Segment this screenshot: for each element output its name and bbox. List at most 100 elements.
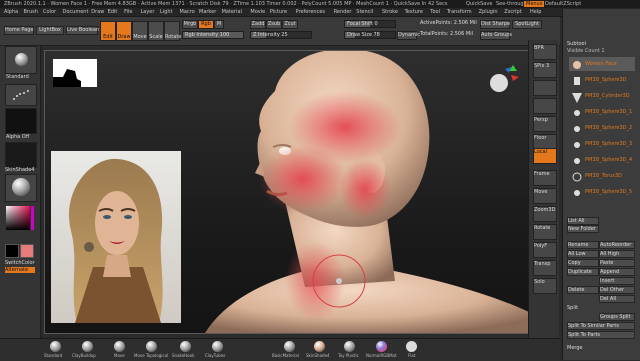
move-brush-icon[interactable] — [114, 341, 125, 352]
menu-brush[interactable]: Brush — [24, 9, 38, 15]
document-canvas[interactable] — [44, 50, 532, 334]
claybuildup-brush-icon[interactable] — [82, 341, 93, 352]
standard-brush-icon[interactable] — [50, 341, 61, 352]
duplicate-button[interactable]: Duplicate — [567, 268, 599, 276]
rotate-view-button[interactable]: Rotate — [533, 224, 557, 240]
menu-preferences[interactable]: Preferences — [296, 9, 325, 15]
auto-groups-button[interactable]: Auto Groups — [480, 31, 512, 40]
dynamic-button[interactable]: Dynamic — [397, 31, 420, 40]
menu-tool[interactable]: Tool — [430, 9, 440, 15]
groups-split-button[interactable]: Groups Split — [599, 313, 635, 321]
quicksave-button[interactable]: QuickSave — [466, 1, 492, 7]
navigation-gizmo-icon[interactable] — [481, 61, 521, 101]
move-view-button[interactable]: Move — [533, 188, 557, 204]
insert-button[interactable]: Insert — [599, 277, 635, 285]
menu-zscript[interactable]: Zscript — [504, 9, 521, 15]
menu-transform[interactable]: Transform — [447, 9, 472, 15]
basic-material-icon[interactable] — [284, 341, 295, 352]
menu-material[interactable]: Material — [222, 9, 242, 15]
alternate-button[interactable]: Alternate — [5, 267, 35, 273]
default-script-button[interactable]: DefaultZScript — [545, 1, 581, 7]
menu-document[interactable]: Document — [63, 9, 89, 15]
texture-selector[interactable] — [5, 142, 37, 168]
del-all-button[interactable]: Del All — [599, 295, 635, 303]
spotlight-button[interactable]: SpotLight — [512, 20, 542, 29]
local-button[interactable]: Local — [533, 148, 557, 164]
zadd-button[interactable]: Zadd — [250, 20, 266, 29]
menu-color[interactable]: Color — [43, 9, 56, 15]
menu-texture[interactable]: Texture — [405, 9, 423, 15]
menu-stencil[interactable]: Stencil — [356, 9, 373, 15]
spix-slider[interactable]: SPix 3 — [533, 62, 557, 78]
menu-help[interactable]: Help — [530, 9, 541, 15]
split-section-label[interactable]: Split — [567, 305, 578, 311]
menu-render[interactable]: Render — [334, 9, 352, 15]
scroll-button[interactable] — [533, 80, 557, 96]
lightbox-button[interactable]: LightBox — [36, 26, 64, 35]
copy-button[interactable]: Copy — [567, 259, 599, 267]
menu-file[interactable]: File — [124, 9, 132, 15]
secondary-color-swatch[interactable] — [5, 244, 19, 258]
menu-alpha[interactable]: Alpha — [4, 9, 18, 15]
move-topological-brush-icon[interactable] — [146, 341, 157, 352]
mrgb-button[interactable]: Mrgb — [182, 20, 198, 29]
menu-picture[interactable]: Picture — [270, 9, 287, 15]
all-low-button[interactable]: All Low — [567, 250, 599, 258]
menus-button[interactable]: Menus — [524, 1, 545, 7]
merge-section-label[interactable]: Merge — [567, 345, 583, 351]
persp-button[interactable]: Persp — [533, 116, 557, 132]
main-color-swatch[interactable] — [20, 244, 34, 258]
zsub-button[interactable]: Zsub — [266, 20, 282, 29]
focal-shift-slider[interactable]: Focal Shift 0 — [344, 20, 396, 28]
color-picker[interactable] — [4, 204, 36, 234]
paste-button[interactable]: Paste — [599, 259, 635, 267]
switch-color-button[interactable]: SwitchColor — [5, 260, 35, 266]
split-parts-button[interactable]: Split To Parts — [567, 331, 635, 339]
menu-zplugin[interactable]: Zplugin — [479, 9, 498, 15]
menu-macro[interactable]: Macro — [180, 9, 195, 15]
solo-button[interactable]: Solo — [533, 278, 557, 294]
menu-layer[interactable]: Layer — [141, 9, 155, 15]
material-selector[interactable] — [5, 174, 37, 202]
list-all-button[interactable]: List All — [567, 217, 599, 225]
draw-size-slider[interactable]: Draw Size 78 — [344, 31, 396, 39]
m-button[interactable]: M — [214, 20, 224, 29]
del-other-button[interactable]: Del Other — [599, 286, 635, 294]
draw-button[interactable]: Draw — [116, 21, 132, 41]
claytubes-brush-icon[interactable] — [212, 341, 223, 352]
snakehook-brush-icon[interactable] — [180, 341, 191, 352]
flat-material-icon[interactable] — [406, 341, 417, 352]
skinshade-material-icon[interactable] — [314, 341, 325, 352]
toy-plastic-material-icon[interactable] — [344, 341, 355, 352]
normalrgb-material-icon[interactable] — [376, 341, 387, 352]
bpr-button[interactable]: BPR — [533, 44, 557, 60]
menu-draw[interactable]: Draw — [91, 9, 104, 15]
zoom3d-button[interactable]: Zoom3D — [533, 206, 557, 222]
brush-selector[interactable] — [5, 46, 37, 74]
menu-stroke[interactable]: Stroke — [382, 9, 398, 15]
z-intensity-slider[interactable]: Z Intensity 25 — [250, 31, 312, 39]
stroke-selector[interactable] — [5, 84, 37, 106]
alpha-selector[interactable] — [5, 108, 37, 134]
menu-movie[interactable]: Movie — [250, 9, 265, 15]
scale-button[interactable]: Scale — [148, 21, 164, 41]
rgb-button[interactable]: Rgb — [198, 20, 214, 29]
delete-button[interactable]: Delete — [567, 286, 599, 294]
menu-light[interactable]: Light — [160, 9, 172, 15]
transp-button[interactable]: Transp — [533, 260, 557, 276]
append-button[interactable]: Append — [599, 268, 635, 276]
zoom-button[interactable] — [533, 98, 557, 114]
move-button[interactable]: Move — [132, 21, 148, 41]
menu-marker[interactable]: Marker — [199, 9, 216, 15]
polyf-button[interactable]: PolyF — [533, 242, 557, 258]
rotate-button[interactable]: Rotate — [164, 21, 181, 41]
new-folder-button[interactable]: New Folder — [567, 225, 599, 233]
dist-button[interactable]: Dist Sharpe — [480, 20, 510, 29]
home-page-button[interactable]: Home Page — [4, 26, 34, 35]
rgb-intensity-slider[interactable]: Rgb Intensity 100 — [182, 31, 244, 39]
menu-edit[interactable]: Edit — [108, 9, 118, 15]
live-boolean-button[interactable]: Live Boolean — [66, 26, 99, 35]
split-similar-button[interactable]: Split To Similar Parts — [567, 322, 635, 330]
edit-button[interactable]: Edit — [100, 21, 116, 41]
rename-button[interactable]: Rename — [567, 241, 599, 249]
